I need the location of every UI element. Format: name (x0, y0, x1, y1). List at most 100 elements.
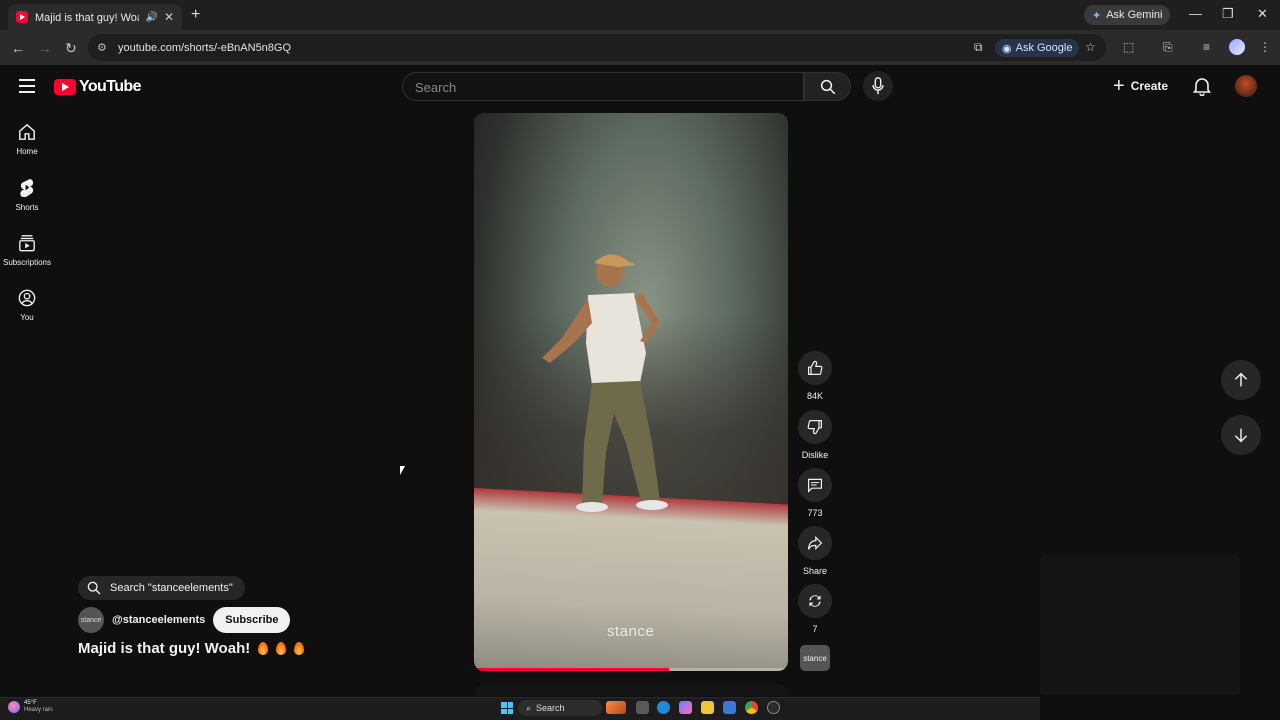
file-explorer-icon[interactable] (701, 701, 714, 714)
ask-google-label: Ask Google (1015, 42, 1073, 54)
restore-button[interactable]: ❐ (1222, 6, 1234, 22)
short-title-text: Majid is that guy! Woah! (78, 640, 251, 657)
microphone-icon (872, 77, 884, 95)
tab-title: Majid is that guy! Woah! 🔥 (35, 11, 139, 24)
guide-item-shorts[interactable]: Shorts (0, 178, 54, 212)
media-controls-icon[interactable]: ≡ (1203, 40, 1210, 54)
google-lens-icon: ◉ (1002, 42, 1012, 55)
subscriptions-icon (19, 235, 35, 252)
guide-item-you[interactable]: You (0, 289, 54, 322)
fire-emoji-icon (276, 642, 287, 655)
remix-action[interactable]: 7 (797, 584, 833, 634)
previous-short-button[interactable] (1221, 360, 1261, 400)
blurred-overlay (1040, 555, 1240, 695)
comments-button[interactable] (798, 468, 832, 502)
ask-gemini-label: Ask Gemini (1106, 9, 1163, 21)
search-icon: ⌕ (526, 702, 532, 713)
search-button[interactable] (804, 72, 851, 101)
short-video-player[interactable]: stance (474, 113, 788, 671)
ask-google-button[interactable]: ◉ Ask Google (995, 39, 1080, 57)
comments-action[interactable]: 773 (797, 468, 833, 518)
video-progress-bar[interactable] (474, 668, 788, 671)
home-icon (19, 123, 35, 140)
share-icon (808, 535, 823, 551)
speaker-icon[interactable]: 🔊 (145, 12, 157, 23)
account-avatar[interactable] (1235, 75, 1257, 97)
tab-close-icon[interactable]: ✕ (164, 10, 174, 24)
copilot-icon[interactable] (679, 701, 692, 714)
fire-emoji-icon (294, 642, 305, 655)
github-icon[interactable] (767, 701, 780, 714)
minimize-button[interactable]: — (1189, 6, 1202, 21)
like-action[interactable]: 84K (797, 351, 833, 401)
forward-arrow-icon[interactable]: → (38, 40, 52, 56)
video-progress-fill (474, 668, 669, 671)
cast-icon[interactable]: ⎘ (1163, 40, 1173, 55)
gemini-sparkle-icon: ✦ (1092, 9, 1102, 22)
taskbar-search[interactable]: ⌕ Search (518, 700, 602, 716)
like-button[interactable] (798, 351, 832, 385)
you-icon (18, 289, 36, 307)
store-icon[interactable] (723, 701, 736, 714)
reload-icon[interactable]: ↻ (65, 40, 77, 57)
shorts-icon (20, 178, 34, 197)
install-app-icon[interactable]: ⧉ (974, 40, 983, 55)
search-input[interactable]: Search (402, 72, 804, 101)
guide-item-subscriptions[interactable]: Subscriptions (0, 234, 54, 267)
fire-emoji-icon (258, 642, 269, 655)
browser-profile-avatar[interactable] (1229, 39, 1245, 55)
subscribe-button[interactable]: Subscribe (213, 607, 291, 633)
remix-icon (809, 595, 821, 607)
dislike-action[interactable]: Dislike (797, 410, 833, 460)
weather-condition: Heavy rain (24, 707, 53, 713)
extensions-icon[interactable]: ⬚ (1123, 40, 1134, 54)
edge-icon[interactable] (657, 701, 670, 714)
plus-icon: + (1113, 75, 1125, 97)
guide-label-shorts: Shorts (15, 203, 39, 212)
youtube-play-icon (54, 79, 76, 95)
share-label: Share (802, 566, 828, 576)
browser-tab[interactable]: Majid is that guy! Woah! 🔥 🔊 ✕ (8, 4, 182, 30)
weather-widget[interactable]: 45°F Heavy rain (8, 700, 53, 714)
next-short-preview[interactable] (474, 684, 788, 696)
task-view-icon[interactable] (636, 701, 649, 714)
guide-item-home[interactable]: Home (0, 123, 54, 156)
related-search-chip[interactable]: Search "stanceelements" (78, 576, 245, 600)
voice-search-button[interactable] (863, 71, 893, 101)
related-search-text: Search "stanceelements" (110, 582, 233, 594)
channel-handle[interactable]: @stanceelements (112, 614, 205, 626)
share-button[interactable] (798, 526, 832, 560)
url-text[interactable]: youtube.com/shorts/-eBnAN5n8GQ (118, 42, 291, 54)
channel-avatar[interactable]: stance (78, 607, 104, 633)
ask-gemini-button[interactable]: ✦ Ask Gemini (1084, 5, 1171, 25)
hamburger-menu-icon[interactable] (19, 79, 35, 93)
taskbar-widget-icon[interactable] (606, 701, 626, 714)
channel-sound-thumbnail[interactable]: stance (800, 645, 830, 671)
share-action[interactable]: Share (797, 526, 833, 576)
remix-count: 7 (812, 624, 818, 634)
site-info-icon[interactable]: ⚙ (97, 41, 111, 54)
weather-temperature: 45°F (24, 700, 37, 706)
back-arrow-icon[interactable]: ← (11, 40, 25, 56)
thumbs-up-icon (808, 360, 823, 375)
create-button[interactable]: + Create (1113, 76, 1168, 96)
short-title: Majid is that guy! Woah! (78, 640, 305, 657)
create-label: Create (1130, 79, 1169, 93)
browser-menu-icon[interactable]: ⋮ (1259, 40, 1271, 54)
thumbs-down-icon (807, 420, 822, 435)
address-bar[interactable]: ⚙ youtube.com/shorts/-eBnAN5n8GQ (88, 34, 1106, 61)
search-icon (820, 79, 835, 94)
chrome-icon[interactable] (745, 701, 758, 714)
youtube-favicon-icon (16, 11, 28, 23)
remix-button[interactable] (798, 584, 832, 618)
dislike-button[interactable] (798, 410, 832, 444)
windows-start-icon[interactable] (501, 702, 513, 714)
close-window-button[interactable]: ✕ (1257, 6, 1268, 22)
next-short-button[interactable] (1221, 415, 1261, 455)
bookmark-star-icon[interactable]: ☆ (1085, 40, 1096, 54)
youtube-logo[interactable]: YouTube (54, 78, 141, 96)
notifications-button[interactable] (1192, 76, 1212, 101)
arrow-up-icon (1234, 372, 1248, 387)
new-tab-button[interactable]: + (191, 6, 200, 24)
guide-label-home: Home (16, 147, 38, 156)
